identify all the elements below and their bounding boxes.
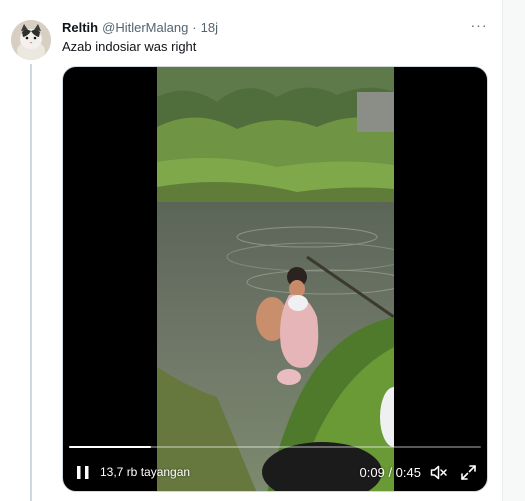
progress-bar[interactable] bbox=[69, 446, 481, 448]
mute-button[interactable] bbox=[430, 464, 448, 481]
video-player[interactable]: 13,7 rb tayangan 0:09 / 0:45 bbox=[62, 66, 488, 492]
tweet-header: Reltih @HitlerMalang · 18j bbox=[62, 19, 218, 37]
mute-icon bbox=[430, 465, 447, 480]
pause-button[interactable] bbox=[75, 464, 91, 481]
tweet-page: Reltih @HitlerMalang · 18j ··· Azab indo… bbox=[0, 0, 525, 501]
timestamp[interactable]: 18j bbox=[201, 19, 218, 37]
user-handle[interactable]: @HitlerMalang bbox=[102, 19, 188, 37]
more-icon: ··· bbox=[470, 17, 488, 33]
view-count: 13,7 rb tayangan bbox=[100, 465, 191, 479]
avatar[interactable] bbox=[11, 20, 51, 60]
more-button[interactable]: ··· bbox=[468, 17, 490, 37]
time-readout: 0:09 / 0:45 bbox=[359, 465, 421, 480]
fullscreen-icon bbox=[461, 465, 476, 480]
progress-fill bbox=[69, 446, 152, 448]
timeline-gutter bbox=[503, 0, 525, 501]
avatar-image bbox=[11, 20, 51, 60]
fullscreen-button[interactable] bbox=[460, 464, 477, 481]
separator-dot: · bbox=[192, 20, 197, 35]
thread-line bbox=[30, 64, 32, 501]
pause-icon bbox=[77, 466, 89, 479]
display-name[interactable]: Reltih bbox=[62, 19, 98, 37]
video-controls: 13,7 rb tayangan 0:09 / 0:45 bbox=[63, 67, 487, 491]
tweet-text: Azab indosiar was right bbox=[62, 39, 197, 54]
